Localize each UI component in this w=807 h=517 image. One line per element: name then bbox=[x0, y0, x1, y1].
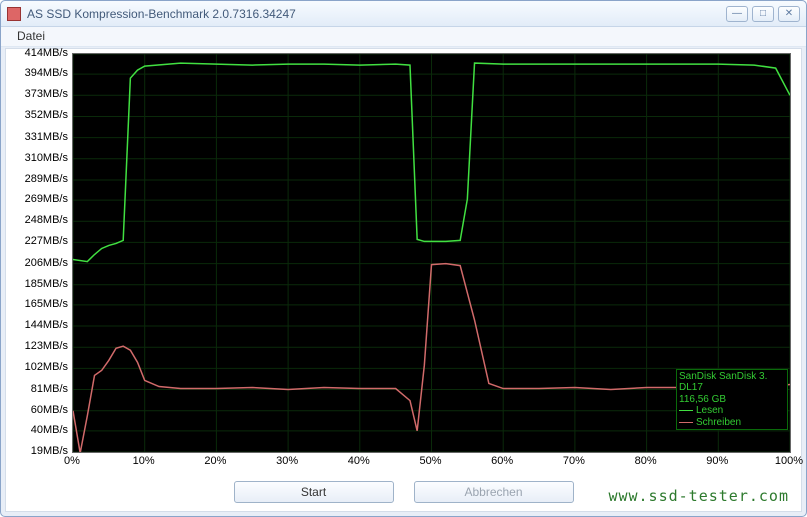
watermark: www.ssd-tester.com bbox=[608, 487, 789, 505]
y-tick-label: 19MB/s bbox=[31, 445, 68, 457]
y-tick-label: 394MB/s bbox=[25, 67, 68, 79]
x-tick-label: 100% bbox=[775, 455, 803, 467]
legend-capacity: 116,56 GB bbox=[679, 394, 785, 406]
menu-file[interactable]: Datei bbox=[11, 27, 51, 45]
maximize-button[interactable]: □ bbox=[752, 6, 774, 22]
x-tick-label: 80% bbox=[635, 455, 657, 467]
x-tick-label: 50% bbox=[419, 455, 441, 467]
x-axis: 0%10%20%30%40%50%60%70%80%90%100% bbox=[72, 455, 791, 473]
y-tick-label: 123MB/s bbox=[25, 340, 68, 352]
y-tick-label: 310MB/s bbox=[25, 152, 68, 164]
y-tick-label: 206MB/s bbox=[25, 257, 68, 269]
x-tick-label: 20% bbox=[204, 455, 226, 467]
y-tick-label: 227MB/s bbox=[25, 235, 68, 247]
x-tick-label: 70% bbox=[563, 455, 585, 467]
x-tick-label: 10% bbox=[133, 455, 155, 467]
app-icon bbox=[7, 7, 21, 21]
y-tick-label: 102MB/s bbox=[25, 361, 68, 373]
y-tick-label: 248MB/s bbox=[25, 214, 68, 226]
x-tick-label: 60% bbox=[491, 455, 513, 467]
x-tick-label: 0% bbox=[64, 455, 80, 467]
y-tick-label: 185MB/s bbox=[25, 278, 68, 290]
close-button[interactable]: ✕ bbox=[778, 6, 800, 22]
legend-swatch-write bbox=[679, 422, 693, 423]
x-tick-label: 90% bbox=[706, 455, 728, 467]
legend-device-2: DL17 bbox=[679, 382, 785, 394]
x-tick-label: 40% bbox=[348, 455, 370, 467]
abort-button: Abbrechen bbox=[414, 481, 574, 503]
window-frame: AS SSD Kompression-Benchmark 2.0.7316.34… bbox=[0, 0, 807, 517]
y-tick-label: 352MB/s bbox=[25, 109, 68, 121]
legend-device-1: SanDisk SanDisk 3. bbox=[679, 371, 785, 383]
y-tick-label: 60MB/s bbox=[31, 404, 68, 416]
plot-area: SanDisk SanDisk 3. DL17 116,56 GB Lesen … bbox=[72, 53, 791, 453]
y-tick-label: 144MB/s bbox=[25, 319, 68, 331]
x-tick-label: 30% bbox=[276, 455, 298, 467]
start-button[interactable]: Start bbox=[234, 481, 394, 503]
y-axis: 19MB/s40MB/s60MB/s81MB/s102MB/s123MB/s14… bbox=[12, 53, 70, 453]
minimize-button[interactable]: — bbox=[726, 6, 748, 22]
y-tick-label: 81MB/s bbox=[31, 383, 68, 395]
titlebar[interactable]: AS SSD Kompression-Benchmark 2.0.7316.34… bbox=[1, 1, 806, 27]
y-tick-label: 165MB/s bbox=[25, 298, 68, 310]
y-tick-label: 373MB/s bbox=[25, 88, 68, 100]
legend-read: Lesen bbox=[696, 405, 723, 417]
y-tick-label: 289MB/s bbox=[25, 173, 68, 185]
y-tick-label: 40MB/s bbox=[31, 424, 68, 436]
y-tick-label: 414MB/s bbox=[25, 47, 68, 59]
chart: 19MB/s 40MB/s 60MB/s 81MB/s 102MB/s 123MB/s 14… bbox=[12, 53, 795, 473]
y-tick-label: 269MB/s bbox=[25, 193, 68, 205]
legend-write: Schreiben bbox=[696, 417, 741, 429]
menubar: Datei bbox=[1, 27, 806, 47]
legend-swatch-read bbox=[679, 410, 693, 411]
window-title: AS SSD Kompression-Benchmark 2.0.7316.34… bbox=[27, 7, 726, 21]
legend: SanDisk SanDisk 3. DL17 116,56 GB Lesen … bbox=[676, 369, 788, 431]
y-tick-label: 331MB/s bbox=[25, 131, 68, 143]
client-area: 19MB/s 40MB/s 60MB/s 81MB/s 102MB/s 123MB/s 14… bbox=[5, 48, 802, 512]
